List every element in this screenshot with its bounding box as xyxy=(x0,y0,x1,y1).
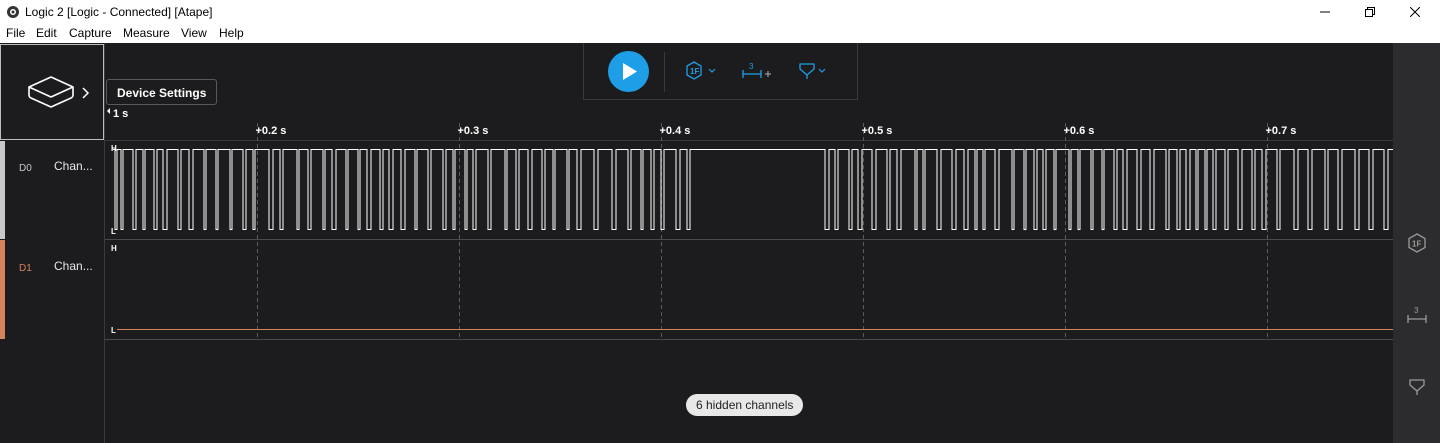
marker-icon[interactable] xyxy=(1406,377,1428,397)
close-button[interactable] xyxy=(1392,0,1438,24)
menu-view[interactable]: View xyxy=(181,26,207,40)
menu-file[interactable]: File xyxy=(6,26,25,40)
svg-text:1F: 1F xyxy=(690,67,699,76)
waveform-area[interactable]: +0.2 s +0.3 s +0.4 s +0.5 s +0.6 s +0.7 s 1 s… xyxy=(105,43,1393,443)
menu-help[interactable]: Help xyxy=(219,26,244,40)
timeline-tick-label: +0.2 s xyxy=(256,125,287,137)
timeline-tick-label: +0.3 s xyxy=(458,125,489,137)
chevron-right-icon xyxy=(82,87,90,99)
timeline-start-label: 1 s xyxy=(113,108,128,120)
device-settings-tooltip: Device Settings xyxy=(106,79,218,105)
start-capture-button[interactable] xyxy=(608,51,649,92)
trigger-icon[interactable]: 1F xyxy=(684,61,720,81)
hidden-channels-badge[interactable]: 6 hidden channels xyxy=(686,394,804,416)
restore-button[interactable] xyxy=(1347,0,1393,24)
grid-lines xyxy=(257,123,1268,339)
timeline-tick-label: +0.6 s xyxy=(1064,125,1095,137)
channel-color-bar xyxy=(0,141,5,239)
menu-bar: File Edit Capture Measure View Help xyxy=(0,24,1440,43)
timeline-tick-label: +0.4 s xyxy=(660,125,691,137)
right-sidebar: 1F 3 xyxy=(1393,43,1440,443)
device-settings-button[interactable] xyxy=(0,44,104,140)
capture-toolbar: 1F 3 xyxy=(583,43,858,100)
menu-measure[interactable]: Measure xyxy=(123,26,170,40)
toolbar-divider xyxy=(664,52,665,92)
timeline-tick-label: +0.7 s xyxy=(1266,125,1297,137)
svg-text:1F: 1F xyxy=(1412,240,1421,249)
channel-name[interactable]: Chan... xyxy=(54,159,93,173)
play-icon xyxy=(623,63,637,80)
timeline-start-marker xyxy=(107,108,110,114)
svg-text:3: 3 xyxy=(1414,306,1419,315)
marker-icon[interactable] xyxy=(796,61,830,81)
measure-icon[interactable]: 3 xyxy=(1406,305,1428,325)
svg-text:3: 3 xyxy=(749,62,754,71)
app-logo-icon xyxy=(7,6,19,18)
device-icon xyxy=(28,76,74,108)
d1-low-label: L xyxy=(111,326,116,335)
title-bar: Logic 2 [Logic - Connected] [Atape] xyxy=(0,0,1440,24)
d0-high-label: H xyxy=(111,144,117,153)
channel-name[interactable]: Chan... xyxy=(54,259,93,273)
window-title: Logic 2 [Logic - Connected] [Atape] xyxy=(25,5,213,19)
restore-icon xyxy=(1365,7,1375,17)
trigger-icon[interactable]: 1F xyxy=(1406,233,1428,253)
channel-color-bar xyxy=(0,240,5,339)
measure-icon[interactable]: 3 xyxy=(741,61,775,81)
waveform-canvas[interactable]: +0.2 s +0.3 s +0.4 s +0.5 s +0.6 s +0.7 s 1 s… xyxy=(105,43,1393,443)
d0-waveform xyxy=(113,149,1393,230)
channel-row-d1[interactable]: D1 Chan... xyxy=(0,240,104,339)
minimize-button[interactable] xyxy=(1302,0,1348,24)
close-icon xyxy=(1410,7,1420,17)
d1-high-label: H xyxy=(111,244,117,253)
channel-row-d0[interactable]: D0 Chan... xyxy=(0,141,104,239)
minimize-icon xyxy=(1320,11,1330,13)
channel-id: D0 xyxy=(19,163,32,174)
timeline-tick-label: +0.5 s xyxy=(862,125,893,137)
menu-edit[interactable]: Edit xyxy=(36,26,57,40)
menu-capture[interactable]: Capture xyxy=(69,26,112,40)
channel-id: D1 xyxy=(19,263,32,274)
timeline-ticks: +0.2 s +0.3 s +0.4 s +0.5 s +0.6 s +0.7 s xyxy=(256,125,1297,137)
